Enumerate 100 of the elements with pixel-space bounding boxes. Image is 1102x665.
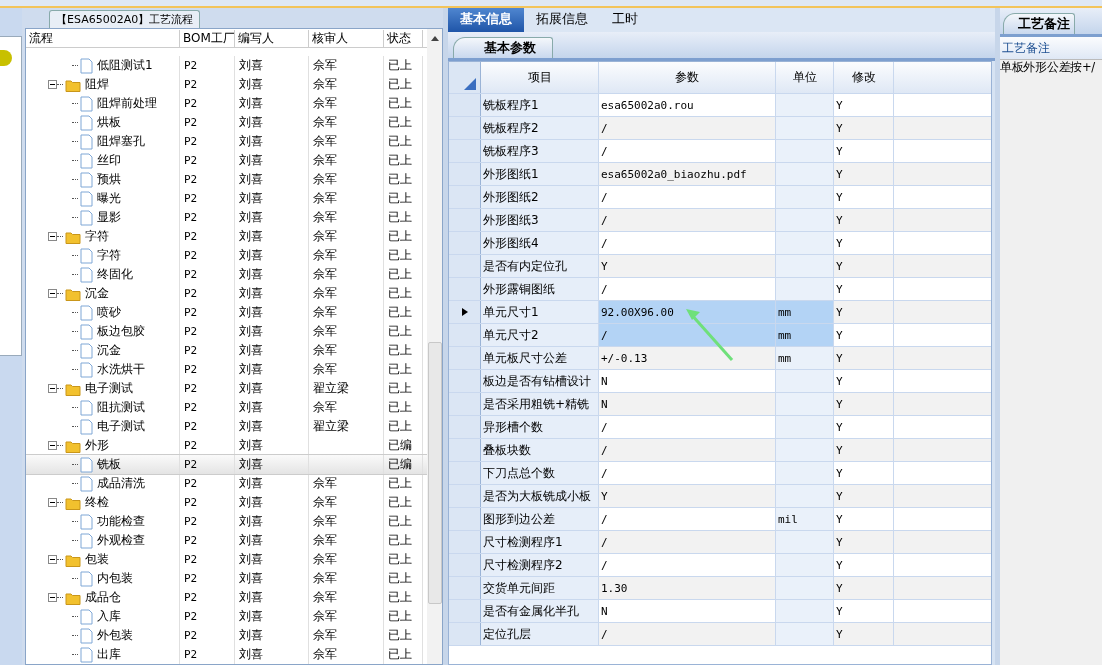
tree-row[interactable]: 字符 P2 刘喜 佘军 已上 xyxy=(26,227,427,246)
tree-row[interactable]: 低阻测试1 P2 刘喜 佘军 已上 xyxy=(26,56,427,75)
file-icon xyxy=(80,475,93,492)
table-cell: 刘喜 xyxy=(235,227,309,246)
column-header[interactable]: 核审人 xyxy=(309,29,384,47)
table-row[interactable]: 是否采用粗铣+精铣 N Y xyxy=(449,393,991,416)
tree-row[interactable]: 包装 P2 刘喜 佘军 已上 xyxy=(26,550,427,569)
tree-row[interactable]: 水洗烘干 P2 刘喜 佘军 已上 xyxy=(26,360,427,379)
step-name: 沉金 xyxy=(85,285,109,302)
panel-tab[interactable]: 【ESA65002A0】工艺流程 xyxy=(49,10,201,28)
tab[interactable]: 基本信息 xyxy=(448,8,524,32)
collapse-icon[interactable] xyxy=(48,232,57,241)
table-row[interactable]: 异形槽个数 / Y xyxy=(449,416,991,439)
collapse-icon[interactable] xyxy=(48,593,57,602)
table-row[interactable]: 尺寸检测程序2 / Y xyxy=(449,554,991,577)
tree-row[interactable]: 入库 P2 刘喜 佘军 已上 xyxy=(26,607,427,626)
table-cell[interactable]: 92.00X96.00 xyxy=(599,301,776,323)
step-name: 终固化 xyxy=(97,266,133,283)
column-header[interactable]: 流程 xyxy=(26,29,180,47)
tree-row[interactable]: 外观检查 P2 刘喜 佘军 已上 xyxy=(26,531,427,550)
table-row[interactable]: 外形图纸2 / Y xyxy=(449,186,991,209)
tree-row[interactable]: 电子测试 P2 刘喜 翟立梁 已上 xyxy=(26,417,427,436)
tree-row[interactable]: 喷砂 P2 刘喜 佘军 已上 xyxy=(26,303,427,322)
scrollbar[interactable] xyxy=(427,29,442,664)
table-cell: Y xyxy=(834,347,894,369)
tree-row[interactable]: 丝印 P2 刘喜 佘军 已上 xyxy=(26,151,427,170)
tree-row[interactable]: 成品清洗 P2 刘喜 佘军 已上 xyxy=(26,474,427,493)
table-cell: 刘喜 xyxy=(235,75,309,94)
table-cell: 已上 xyxy=(384,56,423,75)
table-row[interactable]: 单元尺寸1 92.00X96.00 mm Y xyxy=(449,301,991,324)
tree-row[interactable]: 终固化 P2 刘喜 佘军 已上 xyxy=(26,265,427,284)
table-cell: 刘喜 xyxy=(235,474,309,493)
table-cell: mm xyxy=(778,328,792,342)
collapse-icon[interactable] xyxy=(48,289,57,298)
scroll-thumb[interactable] xyxy=(427,342,442,604)
table-cell[interactable]: / xyxy=(599,324,776,346)
table-row[interactable]: 铣板程序2 / Y xyxy=(449,117,991,140)
table-row[interactable]: 是否为大板铣成小板 Y Y xyxy=(449,485,991,508)
tab[interactable]: 拓展信息 xyxy=(524,8,600,32)
tree-row[interactable]: 铣板 P2 刘喜 已编 xyxy=(26,455,427,474)
tree-row[interactable]: 曝光 P2 刘喜 佘军 已上 xyxy=(26,189,427,208)
file-icon xyxy=(80,361,93,378)
step-name: 丝印 xyxy=(97,152,121,169)
table-cell: 刘喜 xyxy=(235,265,309,284)
column-header[interactable]: 参数 xyxy=(599,62,776,93)
column-header[interactable]: 修改 xyxy=(834,62,894,93)
tab[interactable]: 工时 xyxy=(600,8,650,32)
column-header[interactable]: 项目 xyxy=(481,62,599,93)
table-row[interactable]: 外形图纸1 esa65002a0_biaozhu.pdf Y xyxy=(449,163,991,186)
tree-row[interactable]: 功能检查 P2 刘喜 佘军 已上 xyxy=(26,512,427,531)
sub-tab[interactable]: 工艺备注 xyxy=(1003,13,1075,34)
tree-row[interactable]: 阻抗测试 P2 刘喜 佘军 已上 xyxy=(26,398,427,417)
collapse-icon[interactable] xyxy=(48,498,57,507)
scroll-up-icon[interactable] xyxy=(429,34,440,42)
collapse-icon[interactable] xyxy=(48,80,57,89)
table-row[interactable]: 单元板尺寸公差 +/-0.13 mm Y xyxy=(449,347,991,370)
table-row[interactable]: 单元尺寸2 / mm Y xyxy=(449,324,991,347)
tree-row[interactable]: 沉金 P2 刘喜 佘军 已上 xyxy=(26,341,427,360)
column-header[interactable]: 编写人 xyxy=(235,29,309,47)
table-cell: 刘喜 xyxy=(235,531,309,550)
column-header[interactable]: 单位 xyxy=(776,62,834,93)
tree-row[interactable]: 终检 P2 刘喜 佘军 已上 xyxy=(26,493,427,512)
table-cell: P2 xyxy=(180,75,235,94)
step-name: 烘板 xyxy=(97,114,121,131)
table-cell: 定位孔层 xyxy=(481,623,599,645)
collapse-icon[interactable] xyxy=(48,384,57,393)
table-row[interactable]: 尺寸检测程序1 / Y xyxy=(449,531,991,554)
table-cell: Y xyxy=(834,416,894,438)
table-row[interactable]: 是否有内定位孔 Y Y xyxy=(449,255,991,278)
tree-row[interactable]: 预烘 P2 刘喜 佘军 已上 xyxy=(26,170,427,189)
collapse-icon[interactable] xyxy=(48,441,57,450)
tree-row[interactable]: 成品仓 P2 刘喜 佘军 已上 xyxy=(26,588,427,607)
table-row[interactable]: 铣板程序3 / Y xyxy=(449,140,991,163)
tree-row[interactable]: 字符 P2 刘喜 佘军 已上 xyxy=(26,246,427,265)
column-header[interactable]: BOM工厂 xyxy=(180,29,235,47)
table-row[interactable]: 外形图纸3 / Y xyxy=(449,209,991,232)
tree-row[interactable]: 烘板 P2 刘喜 佘军 已上 xyxy=(26,113,427,132)
table-row[interactable]: 铣板程序1 esa65002a0.rou Y xyxy=(449,94,991,117)
collapse-icon[interactable] xyxy=(48,555,57,564)
table-row[interactable]: 交货单元间距 1.30 Y xyxy=(449,577,991,600)
sub-tab[interactable]: 基本参数 xyxy=(453,37,553,58)
table-cell-text: 佘军 xyxy=(313,304,337,321)
table-row[interactable]: 叠板块数 / Y xyxy=(449,439,991,462)
folder-icon xyxy=(65,438,81,453)
tree-row[interactable]: 内包装 P2 刘喜 佘军 已上 xyxy=(26,569,427,588)
tree-row[interactable]: 出库 P2 刘喜 佘军 已上 xyxy=(26,645,427,664)
tree-row[interactable]: 沉金 P2 刘喜 佘军 已上 xyxy=(26,284,427,303)
column-header[interactable]: 状态 xyxy=(384,29,423,47)
tree-row[interactable]: 阻焊塞孔 P2 刘喜 佘军 已上 xyxy=(26,132,427,151)
tree-row[interactable]: 板边包胶 P2 刘喜 佘军 已上 xyxy=(26,322,427,341)
tree-row[interactable]: 阻焊前处理 P2 刘喜 佘军 已上 xyxy=(26,94,427,113)
tree-row[interactable]: 电子测试 P2 刘喜 翟立梁 已上 xyxy=(26,379,427,398)
table-row[interactable]: 定位孔层 / Y xyxy=(449,623,991,646)
tree-row[interactable]: 外包装 P2 刘喜 佘军 已上 xyxy=(26,626,427,645)
tree-row[interactable]: 阻焊 P2 刘喜 佘军 已上 xyxy=(26,75,427,94)
table-cell: 单元板尺寸公差 xyxy=(481,347,599,369)
table-cell-text: 翟立梁 xyxy=(313,380,349,397)
tree-row[interactable]: 显影 P2 刘喜 佘军 已上 xyxy=(26,208,427,227)
table-row[interactable]: 下刀点总个数 / Y xyxy=(449,462,991,485)
table-row[interactable]: 外形图纸4 / Y xyxy=(449,232,991,255)
